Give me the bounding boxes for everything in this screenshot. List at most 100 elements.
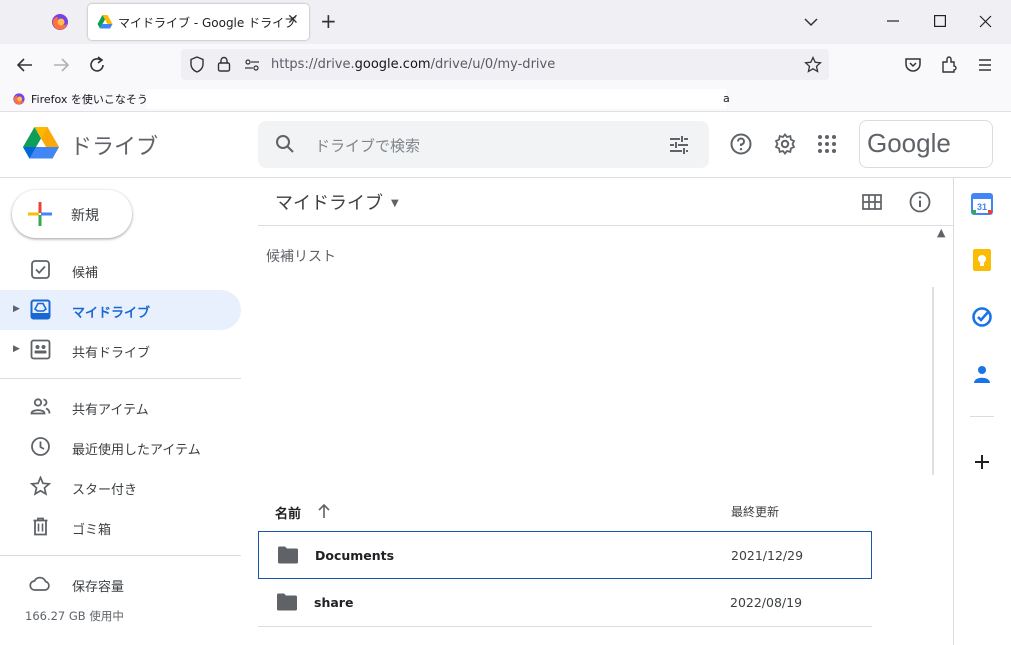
scroll-up-arrow-icon[interactable]: ▲ (937, 226, 945, 239)
forward-icon[interactable] (50, 54, 72, 76)
header-divider (0, 177, 1011, 178)
add-addon-plus-icon[interactable] (970, 450, 994, 474)
side-panel-divider (953, 178, 954, 645)
sidebar-item-my-drive[interactable]: ▶ マイドライブ (0, 290, 241, 330)
sidebar-item-suggested[interactable]: 候補 (0, 250, 241, 290)
people-icon (30, 398, 51, 415)
settings-gear-icon[interactable] (773, 132, 797, 156)
apps-grid-icon[interactable] (815, 132, 839, 156)
trash-icon (33, 517, 48, 536)
keep-icon[interactable] (970, 248, 994, 272)
folder-icon (277, 593, 297, 611)
sort-by-name-header[interactable]: 名前 (275, 503, 301, 522)
permissions-icon[interactable] (244, 58, 260, 72)
sidebar-divider (0, 378, 241, 379)
colored-plus-icon (28, 202, 52, 226)
back-icon[interactable] (14, 54, 36, 76)
cloud-icon (29, 576, 50, 591)
sidebar-item-label: ゴミ箱 (72, 523, 112, 538)
sidebar-item-shared-with-me[interactable]: 共有アイテム (0, 387, 241, 427)
file-name: share (314, 595, 354, 610)
product-name[interactable]: ドライブ (70, 129, 158, 161)
expand-caret-icon[interactable]: ▶ (13, 304, 20, 314)
tasks-icon[interactable] (970, 305, 994, 329)
my-drive-icon (30, 299, 51, 320)
file-row-share[interactable]: share 2022/08/19 (258, 579, 872, 627)
clock-icon (31, 437, 50, 456)
sidebar-item-label: 候補 (72, 266, 99, 281)
close-window-icon[interactable] (979, 15, 992, 28)
tab-title: マイドライブ - Google ドライブ (118, 16, 297, 30)
svg-text:31: 31 (977, 202, 987, 212)
sidebar-item-label: 共有ドライブ (72, 346, 151, 361)
grid-view-icon[interactable] (860, 190, 884, 214)
info-icon[interactable] (908, 190, 932, 214)
storage-usage-text: 166.27 GB 使用中 (25, 609, 124, 623)
new-tab-button[interactable]: + (320, 8, 337, 34)
sidebar-item-starred[interactable]: スター付き (0, 467, 241, 507)
file-row-documents[interactable]: Documents 2021/12/29 (258, 531, 872, 579)
calendar-icon[interactable]: 31 (970, 192, 994, 216)
bookmark-firefox-tips[interactable]: Firefox を使いこなそう (12, 91, 148, 107)
search-icon[interactable] (274, 133, 296, 155)
google-drive-logo-icon[interactable] (22, 126, 60, 160)
sidebar-item-recent[interactable]: 最近使用したアイテム (0, 427, 241, 467)
side-panel-separator (970, 416, 994, 417)
account-logo-text: Google (867, 128, 951, 158)
hamburger-menu-icon[interactable] (974, 54, 996, 76)
active-tab[interactable]: マイドライブ - Google ドライブ ✕ (88, 4, 309, 40)
search-input[interactable]: ドライブで検索 (315, 135, 420, 156)
reload-icon[interactable] (86, 54, 108, 76)
bookmark-label: Firefox を使いこなそう (31, 93, 148, 106)
file-modified-date: 2022/08/19 (730, 595, 803, 610)
sidebar-item-shared-drives[interactable]: ▶ 共有ドライブ (0, 330, 241, 370)
sidebar-item-trash[interactable]: ゴミ箱 (0, 507, 241, 547)
browser-tab-bar: マイドライブ - Google ドライブ ✕ + (0, 0, 1011, 44)
breadcrumb-my-drive[interactable]: マイドライブ ▼ (275, 189, 399, 215)
firefox-icon (13, 93, 25, 105)
google-drive-favicon-icon (97, 15, 113, 29)
sidebar-item-label: 共有アイテム (72, 403, 149, 418)
contacts-icon[interactable] (970, 362, 994, 386)
redacted-bookmarks-area (146, 89, 726, 109)
shared-drive-icon (30, 339, 51, 360)
firefox-pinned-tab-icon[interactable] (50, 12, 70, 32)
sidebar-item-label: マイドライブ (72, 306, 151, 321)
browser-nav-bar: https://drive.google.com/drive/u/0/my-dr… (0, 44, 1011, 86)
sidebar-item-storage[interactable]: 保存容量 (0, 564, 241, 604)
expand-caret-icon[interactable]: ▶ (13, 344, 20, 354)
dropdown-arrow-icon: ▼ (391, 198, 399, 209)
bookmark-tail-text[interactable]: a (723, 92, 730, 105)
file-modified-date: 2021/12/29 (731, 548, 804, 563)
page-title: マイドライブ (275, 193, 383, 214)
google-account-logo[interactable]: Google (859, 120, 993, 168)
toolbar-divider (258, 225, 953, 226)
check-box-icon (31, 260, 50, 279)
url-bar[interactable]: https://drive.google.com/drive/u/0/my-dr… (181, 49, 829, 80)
lock-icon[interactable] (217, 56, 231, 72)
new-button-label: 新規 (71, 208, 99, 224)
url-text[interactable]: https://drive.google.com/drive/u/0/my-dr… (271, 57, 555, 72)
close-tab-icon[interactable]: ✕ (287, 12, 299, 28)
sidebar-item-label: 保存容量 (72, 580, 125, 595)
tracking-protection-shield-icon[interactable] (189, 56, 205, 73)
bookmarks-toolbar: Firefox を使いこなそう a (0, 86, 1011, 112)
scrollbar[interactable] (932, 287, 934, 475)
folder-icon (278, 546, 298, 564)
help-icon[interactable] (729, 132, 753, 156)
sidebar-divider (0, 555, 241, 556)
maximize-icon[interactable] (934, 15, 946, 27)
last-modified-header[interactable]: 最終更新 (731, 503, 779, 520)
search-options-icon[interactable] (668, 134, 690, 156)
list-all-tabs-icon[interactable] (803, 14, 819, 30)
pocket-icon[interactable] (902, 54, 924, 76)
file-list-header: 名前 最終更新 (258, 494, 872, 528)
bookmark-star-icon[interactable] (804, 56, 822, 74)
search-box[interactable]: ドライブで検索 (258, 121, 709, 168)
minimize-icon[interactable] (886, 14, 900, 28)
drive-app: ドライブ ドライブで検索 Google 新規 候補 ▶ マイドライブ ▶ 共有ド… (0, 112, 1011, 645)
file-name: Documents (315, 548, 395, 563)
extensions-icon[interactable] (938, 54, 960, 76)
new-button[interactable]: 新規 (12, 190, 132, 238)
sort-ascending-arrow-icon[interactable] (317, 503, 331, 519)
